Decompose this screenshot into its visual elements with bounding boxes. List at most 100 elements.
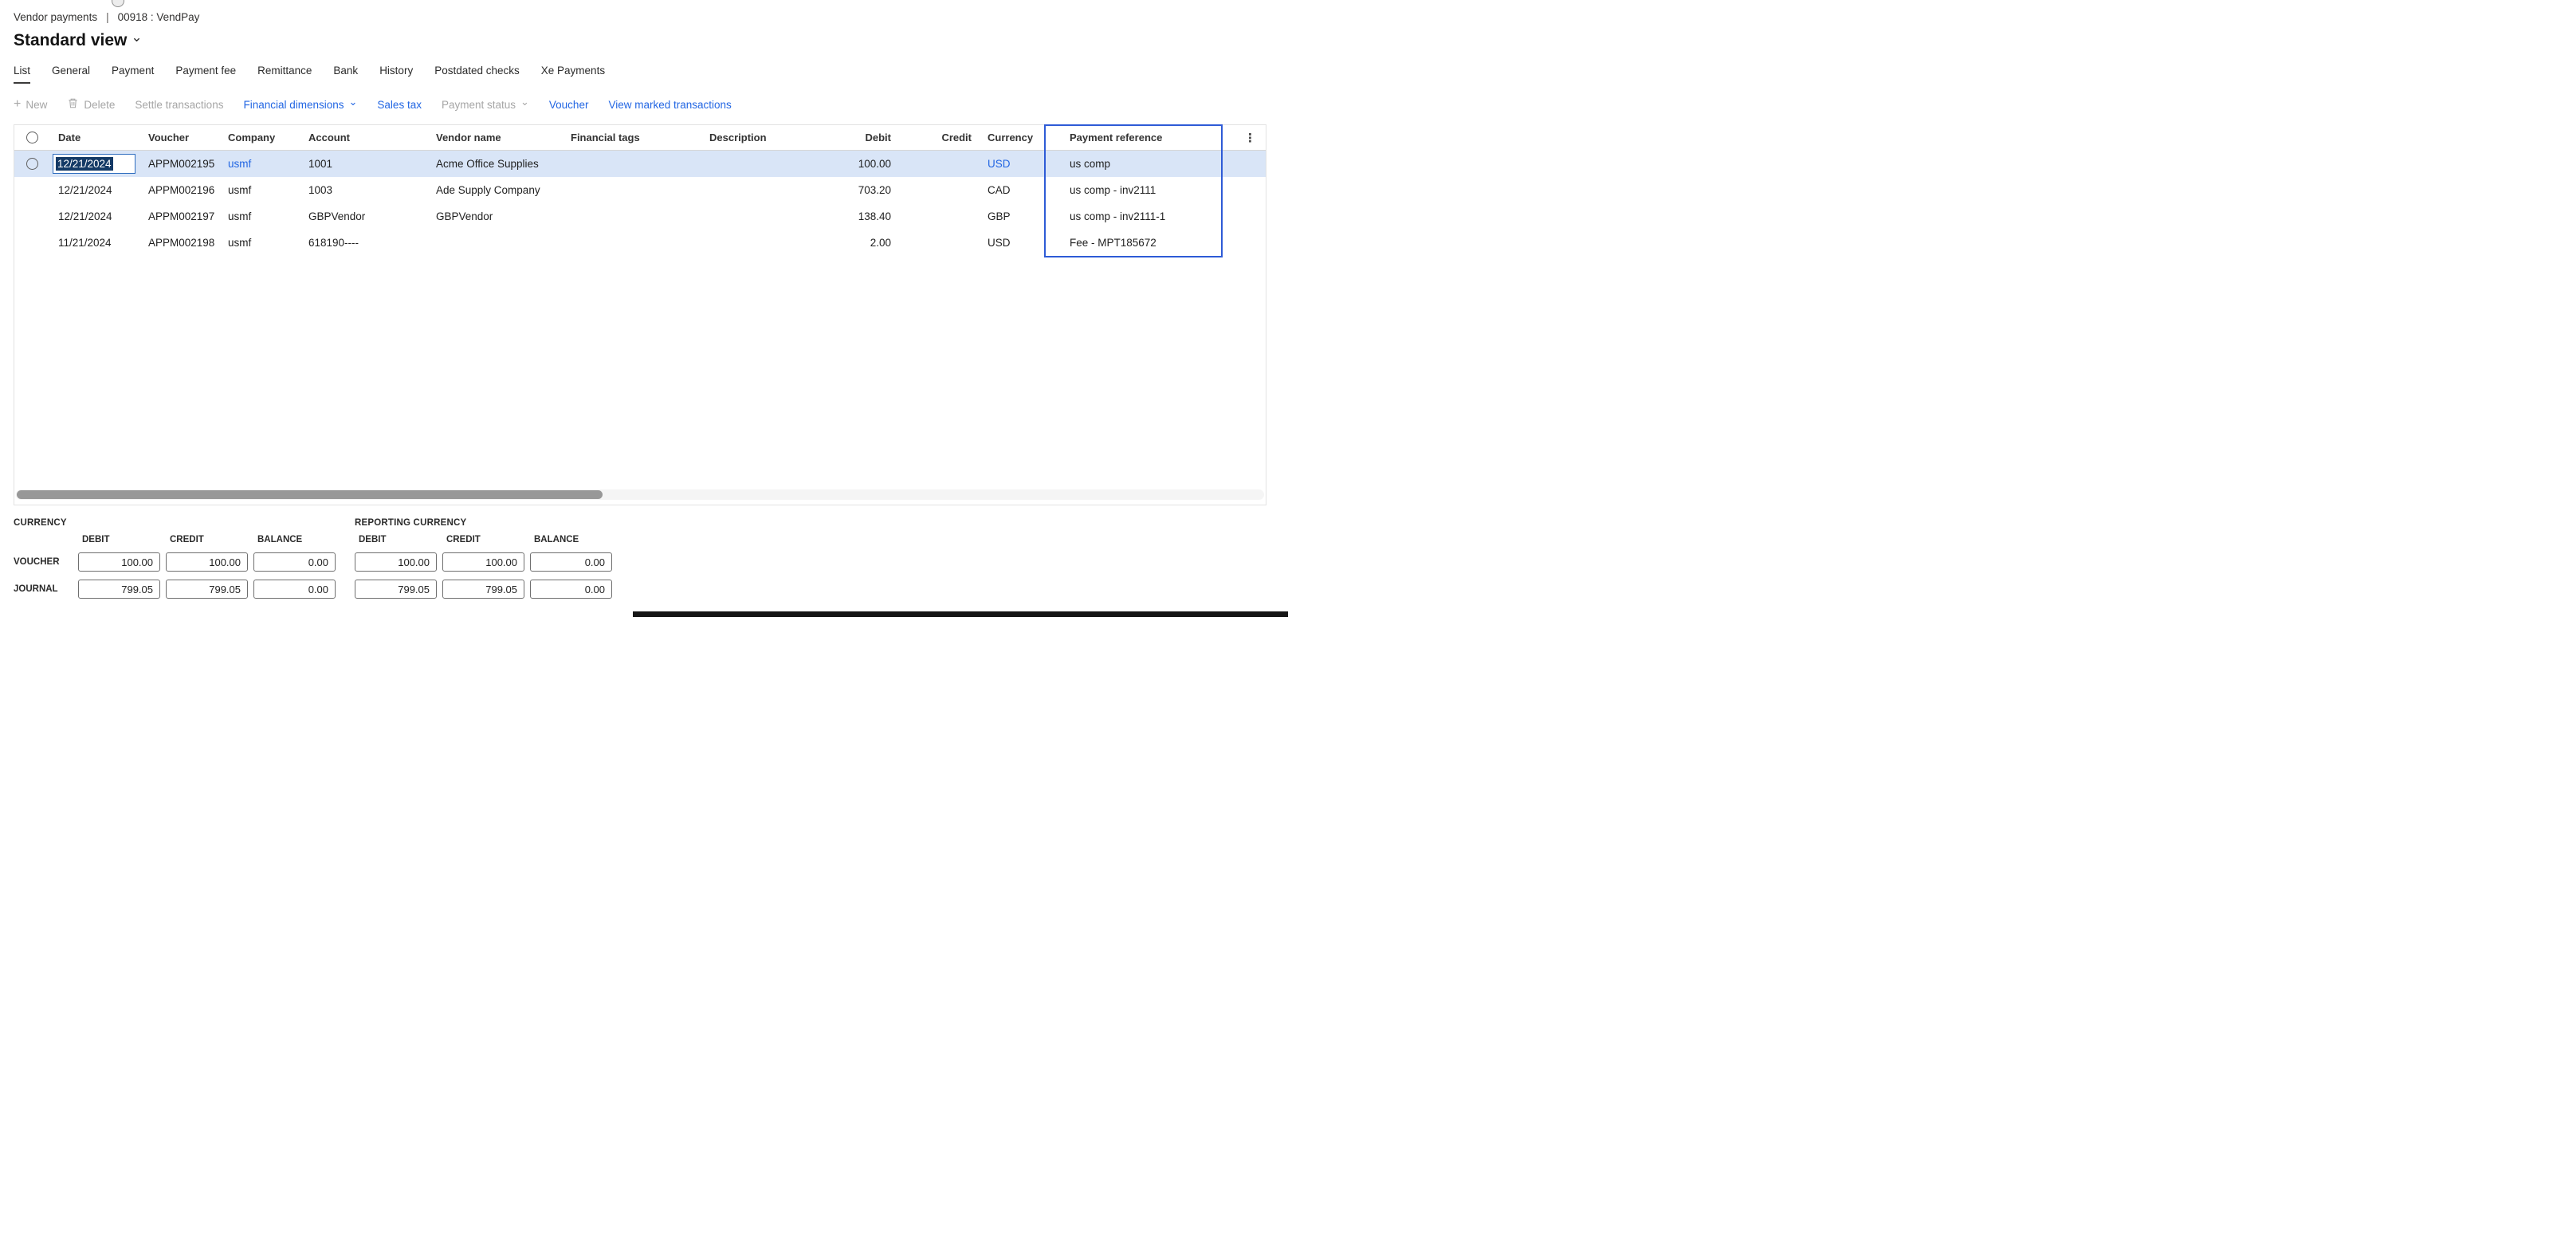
column-header-description[interactable]: Description [701, 132, 825, 143]
sales-tax-label: Sales tax [377, 99, 422, 111]
tab-payment[interactable]: Payment [112, 65, 154, 84]
reporting-voucher-debit-total: 100.00 [355, 552, 437, 572]
grid-options-icon[interactable]: ⋮ [1244, 131, 1266, 145]
reporting-journal-debit-total: 799.05 [355, 580, 437, 599]
voucher-balance-total: 0.00 [253, 552, 336, 572]
journal-credit-total: 799.05 [166, 580, 248, 599]
account-cell: 618190---- [300, 237, 428, 249]
debit-cell: 2.00 [825, 237, 899, 249]
select-all-radio[interactable] [26, 132, 38, 143]
financial-dimensions-button[interactable]: Financial dimensions ⌄ [243, 98, 357, 111]
table-row[interactable]: 12/21/2024 APPM002197 usmf GBPVendor GBP… [14, 203, 1266, 230]
view-marked-transactions-button[interactable]: View marked transactions [608, 99, 731, 111]
tab-remittance[interactable]: Remittance [257, 65, 312, 84]
chevron-down-icon: ⌄ [349, 96, 358, 108]
currency-cell: USD [980, 237, 1046, 249]
currency-link[interactable]: USD [988, 158, 1011, 170]
company-cell[interactable]: usmf [220, 210, 300, 222]
voucher-cell: APPM002198 [140, 237, 220, 249]
payments-grid: Date Voucher Company Account Vendor name… [14, 124, 1266, 505]
date-cell: 12/21/2024 [50, 210, 140, 222]
currency-cell: GBP [980, 210, 1046, 222]
account-cell: 1001 [300, 158, 428, 170]
tab-bank[interactable]: Bank [333, 65, 358, 84]
sales-tax-button[interactable]: Sales tax [377, 99, 422, 111]
horizontal-scrollbar-thumb[interactable] [17, 490, 603, 499]
date-cell: 12/21/2024 [50, 184, 140, 196]
account-cell: 1003 [300, 184, 428, 196]
reporting-voucher-credit-total: 100.00 [442, 552, 524, 572]
journal-debit-total: 799.05 [78, 580, 160, 599]
debit-cell: 138.40 [825, 210, 899, 222]
payment-reference-cell: us comp [1046, 158, 1221, 170]
account-cell: GBPVendor [300, 210, 428, 222]
currency-totals-group: CURRENCY DEBIT CREDIT BALANCE VOUCHER 10… [14, 518, 336, 599]
breadcrumb-separator: | [106, 11, 109, 23]
delete-button[interactable]: Delete [67, 97, 115, 112]
table-row[interactable]: 11/21/2024 APPM002198 usmf 618190---- 2.… [14, 230, 1266, 256]
company-cell[interactable]: usmf [220, 184, 300, 196]
company-link[interactable]: usmf [228, 158, 251, 170]
totals-section: CURRENCY DEBIT CREDIT BALANCE VOUCHER 10… [14, 518, 1288, 599]
column-header-voucher[interactable]: Voucher [140, 132, 220, 143]
tab-payment-fee[interactable]: Payment fee [175, 65, 236, 84]
column-header-currency[interactable]: Currency [980, 132, 1046, 143]
debit-column-header: DEBIT [355, 535, 437, 544]
vendor-name-cell: GBPVendor [428, 210, 563, 222]
horizontal-scrollbar[interactable] [16, 489, 1264, 500]
plus-icon: + [14, 98, 21, 111]
tab-strip: List General Payment Payment fee Remitta… [14, 65, 1288, 84]
trash-icon [67, 97, 79, 112]
journal-number: 00918 : VendPay [118, 11, 200, 23]
page-title: Vendor payments [14, 11, 97, 23]
reporting-voucher-balance-total: 0.00 [530, 552, 612, 572]
column-header-financial-tags[interactable]: Financial tags [563, 132, 701, 143]
tab-xe-payments[interactable]: Xe Payments [541, 65, 605, 84]
tab-history[interactable]: History [379, 65, 413, 84]
column-header-company[interactable]: Company [220, 132, 300, 143]
voucher-cell: APPM002197 [140, 210, 220, 222]
chevron-down-icon: ⌄ [520, 96, 529, 108]
company-cell[interactable]: usmf [220, 237, 300, 249]
payment-reference-cell: Fee - MPT185672 [1046, 237, 1221, 249]
currency-cell: CAD [980, 184, 1046, 196]
voucher-button-label: Voucher [549, 99, 589, 111]
table-row[interactable]: 12/21/2024 APPM002195 usmf 1001 Acme Off… [14, 151, 1266, 177]
currency-group-title: CURRENCY [14, 518, 336, 528]
journal-row-label: JOURNAL [14, 584, 73, 594]
column-header-payment-reference[interactable]: Payment reference [1046, 132, 1221, 143]
voucher-row-label: VOUCHER [14, 557, 73, 567]
column-header-date[interactable]: Date [50, 132, 140, 143]
tab-list[interactable]: List [14, 65, 30, 84]
column-header-account[interactable]: Account [300, 132, 428, 143]
view-selector[interactable]: Standard view ⌄ [14, 31, 143, 50]
action-toolbar: + New Delete Settle transactions Financi… [14, 97, 1288, 112]
column-header-debit[interactable]: Debit [825, 132, 899, 143]
voucher-button[interactable]: Voucher [549, 99, 589, 111]
payment-reference-cell: us comp - inv2111-1 [1046, 210, 1221, 222]
settle-transactions-label: Settle transactions [135, 99, 223, 111]
view-name: Standard view [14, 31, 127, 50]
payment-reference-cell: us comp - inv2111 [1046, 184, 1221, 196]
settle-transactions-button[interactable]: Settle transactions [135, 99, 223, 111]
column-header-vendor-name[interactable]: Vendor name [428, 132, 563, 143]
debit-cell: 100.00 [825, 158, 899, 170]
credit-column-header: CREDIT [442, 535, 524, 544]
view-marked-transactions-label: View marked transactions [608, 99, 731, 111]
tab-general[interactable]: General [52, 65, 90, 84]
tab-postdated-checks[interactable]: Postdated checks [434, 65, 520, 84]
background-window-edge [633, 611, 1288, 617]
table-row[interactable]: 12/21/2024 APPM002196 usmf 1003 Ade Supp… [14, 177, 1266, 203]
chevron-down-icon: ⌄ [131, 29, 142, 45]
voucher-cell: APPM002196 [140, 184, 220, 196]
debit-cell: 703.20 [825, 184, 899, 196]
balance-column-header: BALANCE [530, 535, 612, 544]
date-input[interactable]: 12/21/2024 [53, 154, 135, 174]
reporting-group-title: REPORTING CURRENCY [355, 518, 612, 528]
column-header-credit[interactable]: Credit [899, 132, 980, 143]
grid-header-row: Date Voucher Company Account Vendor name… [14, 125, 1266, 151]
new-button[interactable]: + New [14, 98, 47, 111]
row-select-radio[interactable] [26, 158, 38, 170]
payment-status-button[interactable]: Payment status ⌄ [442, 98, 529, 111]
breadcrumb: Vendor payments | 00918 : VendPay [0, 0, 1288, 23]
